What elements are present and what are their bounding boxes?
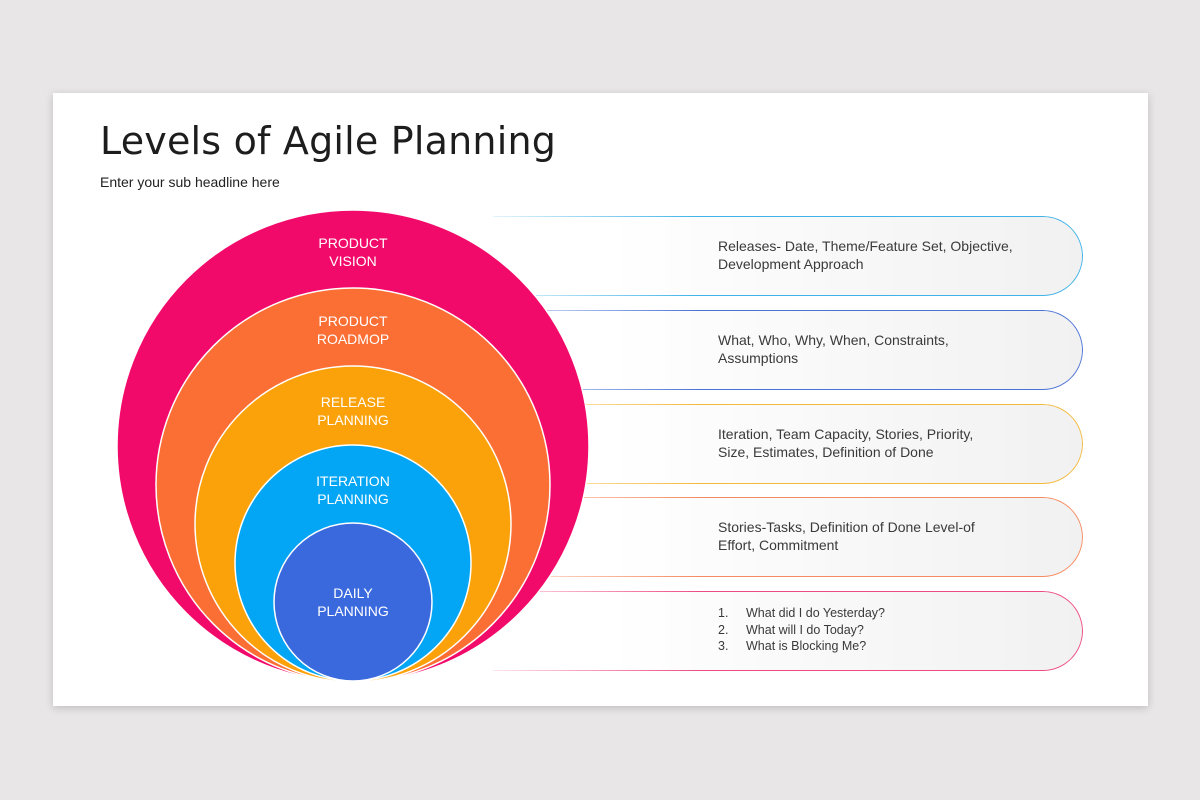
list-item: 1. What did I do Yesterday? <box>718 606 885 620</box>
detail-text-product-roadmap: What, Who, Why, When, Constraints, Assump… <box>718 332 949 366</box>
label-release-planning: RELEASE PLANNING <box>317 394 389 428</box>
detail-text-iteration-planning: Stories-Tasks, Definition of Done Level-… <box>718 519 975 553</box>
detail-list-daily-planning: 1. What did I do Yesterday? 2. What will I… <box>718 605 885 655</box>
list-item: 2. What will I do Today? <box>718 622 864 637</box>
list-item: 3. What is Blocking Me? <box>718 639 867 653</box>
label-daily-planning: DAILY PLANNING <box>317 585 389 619</box>
label-product-roadmap: PRODUCT ROADMOP <box>316 313 390 347</box>
planning-levels-diagram <box>116 209 590 683</box>
label-product-vision: PRODUCT VISION <box>318 235 388 269</box>
detail-text-product-vision: Releases- Date, Theme/Feature Set, Objec… <box>718 238 1013 272</box>
slide: Levels of Agile Planning Enter your sub … <box>53 93 1148 706</box>
detail-text-release-planning: Iteration, Team Capacity, Stories, Prior… <box>718 426 974 460</box>
label-iteration-planning: ITERATION PLANNING <box>316 473 390 507</box>
